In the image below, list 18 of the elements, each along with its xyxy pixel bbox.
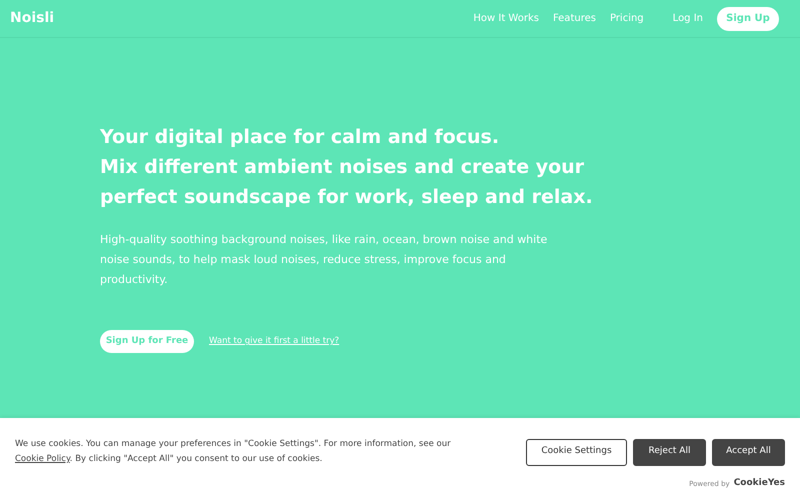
brand-logo: CookieYes <box>734 477 785 490</box>
hero-description: High-quality soothing background noises, like rain, ocean, brown noise and white noise sounds, to help mask loud noises, reduce stress, improve focus and productivity. <box>100 232 548 288</box>
headline: perfect soundscape for work, sleep and relax. <box>100 185 594 210</box>
nav-link[interactable]: Pricing <box>610 11 644 26</box>
cookie-button[interactable]: Accept All <box>712 438 785 466</box>
signup-free-button[interactable]: Sign Up for Free <box>100 330 194 353</box>
try-link[interactable]: Want to give it first a little try? <box>209 335 340 348</box>
signup-button[interactable]: Sign Up <box>717 6 779 30</box>
cookie-button[interactable]: Cookie Settings <box>526 438 627 466</box>
nav-link[interactable]: Features <box>552 11 596 26</box>
headline: Mix different ambient noises and create your <box>100 155 586 180</box>
cookie-button[interactable]: Reject All <box>633 438 706 466</box>
headline: Your digital place for calm and focus. <box>100 125 500 150</box>
cookie-message: We use cookies. You can manage your preferences in "Cookie Settings". For more information, see our Cookie Policy. By clicking "Accept All" you consent to our use of cookies. <box>15 438 452 466</box>
cookie-policy-link[interactable]: Cookie Policy <box>15 454 70 464</box>
nav-link[interactable]: How It Works <box>473 11 539 26</box>
logo[interactable]: Noisli <box>10 8 54 29</box>
login-link[interactable]: Log In <box>672 11 703 26</box>
